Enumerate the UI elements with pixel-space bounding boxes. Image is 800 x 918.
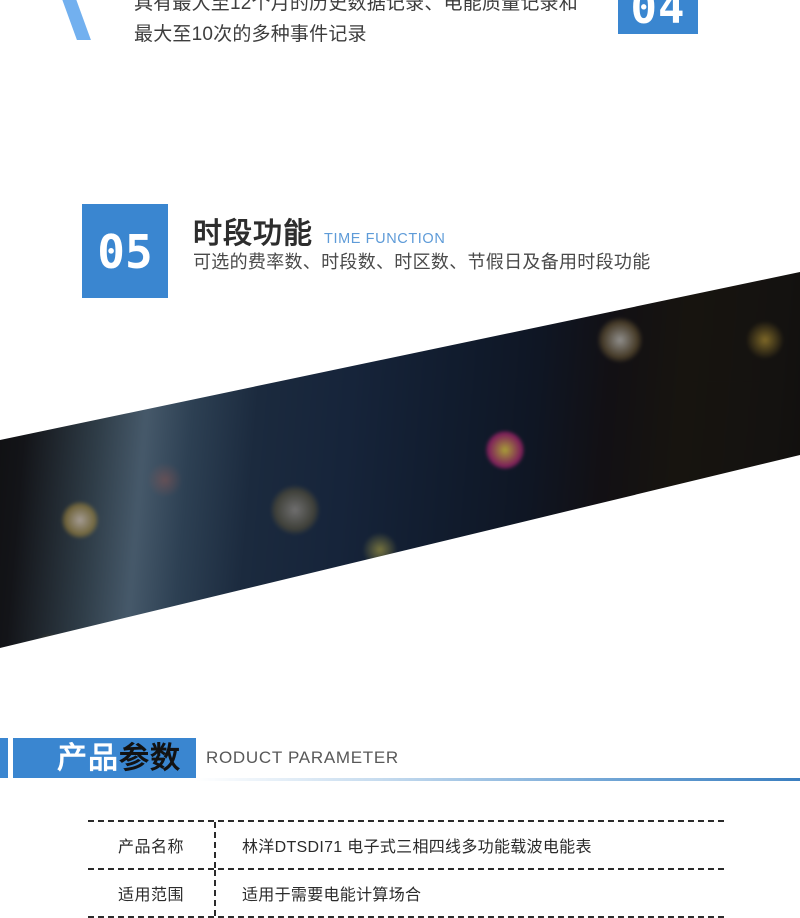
section-05-title-en: TIME FUNCTION <box>324 231 446 247</box>
title-part-black: 参数 <box>119 742 181 775</box>
table-row: 产品名称 林洋DTSDI71 电子式三相四线多功能载波电能表 <box>88 820 724 868</box>
accent-slash-decoration <box>58 0 91 40</box>
product-parameter-title: 产品参数 <box>57 739 181 779</box>
feature-section-04: 具有最大至12个月的历史数据记录、电能质量记录和 最大至10次的多种事件记录 0… <box>0 0 800 50</box>
table-cell-value: 适用于需要电能计算场合 <box>242 887 422 904</box>
product-parameter-header: 产品参数 RODUCT PARAMETER <box>0 738 800 782</box>
product-parameter-title-en: RODUCT PARAMETER <box>206 748 399 767</box>
feature-description-04: 具有最大至12个月的历史数据记录、电能质量记录和 最大至10次的多种事件记录 <box>134 0 604 50</box>
feature-line-1: 具有最大至12个月的历史数据记录、电能质量记录和 <box>134 0 578 14</box>
section-number-badge-04: 04 <box>618 0 698 34</box>
table-cell-key: 适用范围 <box>88 870 216 916</box>
banner-bokeh-background <box>0 272 800 648</box>
table-cell-key: 产品名称 <box>88 822 216 868</box>
section-05-description: 可选的费率数、时段数、时区数、节假日及备用时段功能 <box>193 252 651 272</box>
section-05-heading: 时段功能 TIME FUNCTION <box>193 210 445 252</box>
header-gradient-rule <box>196 778 800 781</box>
feature-section-05: 05 时段功能 TIME FUNCTION 可选的费率数、时段数、时区数、节假日… <box>0 204 800 300</box>
header-accent-tick <box>0 738 8 778</box>
section-05-title-cn: 时段功能 <box>193 218 314 250</box>
section-number-badge-05: 05 <box>82 204 168 298</box>
diagonal-banner-image <box>0 272 800 648</box>
title-part-white: 产品 <box>57 742 119 775</box>
table-cell-value: 林洋DTSDI71 电子式三相四线多功能载波电能表 <box>242 839 592 856</box>
product-parameter-table: 产品名称 林洋DTSDI71 电子式三相四线多功能载波电能表 适用范围 适用于需… <box>88 820 724 918</box>
feature-line-2: 最大至10次的多种事件记录 <box>134 24 367 45</box>
table-row: 适用范围 适用于需要电能计算场合 <box>88 868 724 918</box>
